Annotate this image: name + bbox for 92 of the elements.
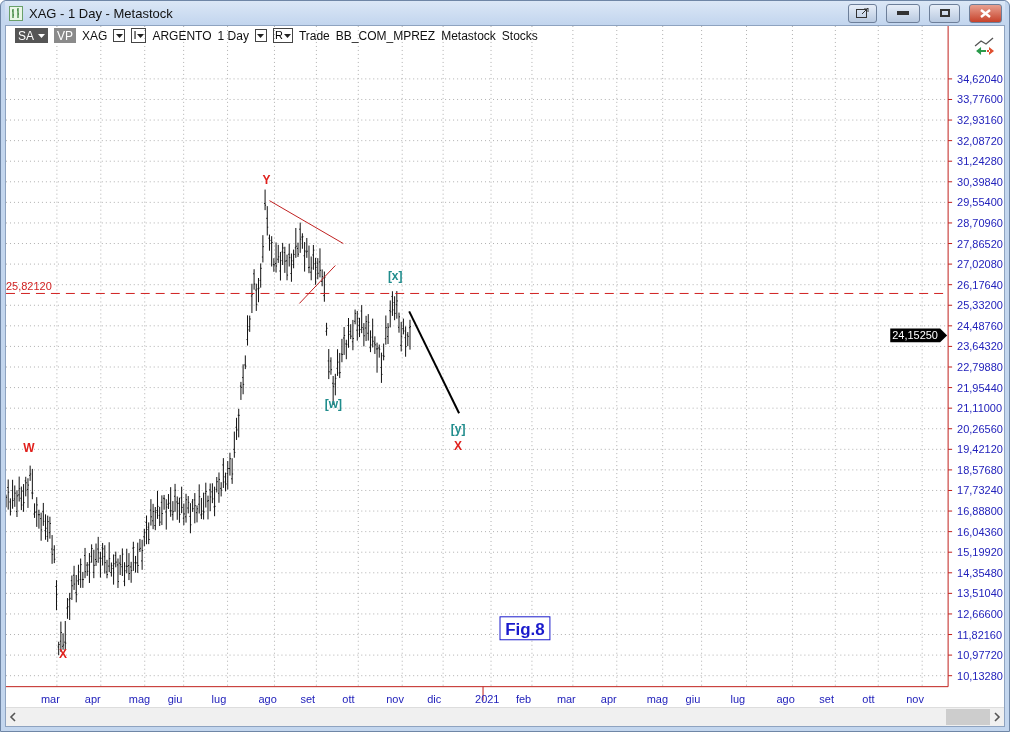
toolbar-label: Metastock (441, 28, 496, 43)
trend-line (298, 265, 336, 305)
axis-label: ott (862, 693, 875, 705)
axis-label: 23,64320 (957, 340, 1003, 353)
caret-icon (283, 33, 291, 38)
axis-label: 13,51040 (957, 587, 1003, 600)
axis-label: 27,02080 (957, 258, 1003, 271)
axis-label: 21,95440 (957, 381, 1003, 394)
chart-app-icon (9, 5, 23, 21)
caret-icon (115, 33, 123, 38)
dropdown-button[interactable] (254, 29, 267, 43)
toolbar-label: BB_COM_MPREZ (335, 28, 436, 43)
wave-label: [x] (387, 269, 403, 284)
horizontal-scrollbar[interactable] (6, 707, 1004, 726)
last-price-tag: 24,15250 (890, 328, 948, 343)
caret-icon (257, 33, 265, 38)
axis-label: apr (84, 693, 101, 705)
wave-label: [w] (324, 397, 342, 412)
minimize-icon (897, 11, 909, 16)
close-icon (980, 8, 991, 18)
axis-label: 26,17640 (957, 279, 1003, 292)
axis-label: nov (906, 693, 924, 705)
axis-label: 22,79880 (957, 361, 1003, 374)
toolbar-label: XAG (82, 28, 108, 43)
minimize-button[interactable] (886, 3, 920, 23)
symbol-tag[interactable]: SA (15, 28, 48, 44)
axis-label: 11,82160 (957, 628, 1003, 641)
axis-label: 16,88800 (957, 505, 1003, 518)
axis-label: 14,35480 (957, 567, 1003, 580)
axis-label: 32,08720 (957, 135, 1003, 147)
axis-label: 20,26560 (957, 423, 1003, 436)
maximize-button[interactable] (929, 3, 960, 23)
dropdown-button[interactable]: R (272, 28, 293, 44)
axis-label: 28,70960 (957, 217, 1003, 230)
toolbar-label: ARGENTO (152, 28, 212, 43)
toolbar-label: 1 Day (217, 28, 249, 43)
axis-label: apr (600, 693, 617, 705)
axis-label: ago (776, 693, 795, 705)
caret-icon (38, 33, 45, 38)
close-button[interactable] (969, 3, 1002, 23)
axis-label: lug (211, 693, 227, 705)
axis-label: 16,04360 (957, 526, 1003, 538)
popout-icon (856, 8, 869, 19)
axis-label: lug (730, 693, 746, 705)
axis-label: 31,24280 (957, 155, 1003, 168)
axis-label: mar (556, 693, 576, 705)
axis-label: 10,13280 (957, 670, 1003, 683)
axis-label: 18,57680 (957, 464, 1003, 477)
trend-arrows-icon (974, 37, 994, 56)
axis-label: 21,11000 (957, 402, 1003, 415)
scrollbar-thumb[interactable] (946, 709, 990, 725)
axis-label: 19,42120 (957, 443, 1003, 456)
caret-icon (137, 33, 145, 38)
axis-label: giu (685, 693, 701, 705)
dropdown-button[interactable]: I (131, 28, 147, 44)
axis-label: 15,19920 (957, 546, 1003, 559)
axis-label: feb (516, 693, 532, 705)
toolbar-label: Trade (298, 28, 330, 43)
wave-label: W (23, 441, 35, 456)
axis-label: 30,39840 (957, 176, 1003, 189)
wave-label: X (454, 439, 463, 454)
axis-label: dic (427, 693, 442, 705)
axis-label: 25,33200 (957, 299, 1003, 312)
axis-label: 17,73240 (957, 484, 1003, 497)
axis-label: giu (167, 693, 183, 705)
wave-label: [y] (450, 422, 466, 437)
axis-label: mag (646, 693, 669, 705)
axis-label: 24,48760 (957, 320, 1003, 333)
axis-label: nov (386, 693, 404, 705)
detach-button[interactable] (848, 3, 877, 23)
wave-label: X (58, 647, 67, 662)
axis-label: set (300, 693, 316, 705)
axis-label: mag (128, 693, 151, 705)
axis-label: 27,86520 (957, 237, 1003, 250)
axis-label: 2021 (475, 693, 500, 705)
axis-label: 34,62040 (957, 73, 1003, 86)
axis-label: 29,55400 (957, 196, 1003, 209)
window-title: XAG - 1 Day - Metastock (29, 5, 174, 21)
axis-label: mar (40, 693, 60, 705)
axis-label: set (819, 693, 834, 705)
figure-label: Fig.8 (499, 616, 551, 641)
axis-label: 32,93160 (957, 114, 1003, 127)
axis-label: ott (342, 693, 355, 705)
axis-label: 33,77600 (957, 93, 1003, 106)
axis-label: ago (258, 693, 277, 705)
level-label: 25,82120 (6, 280, 52, 293)
axis-label: 12,66600 (957, 608, 1003, 621)
toolbar-label: Stocks (501, 28, 538, 43)
axis-label: 10,97720 (957, 649, 1003, 662)
dropdown-button[interactable] (113, 29, 126, 43)
wave-label: Y (262, 173, 271, 188)
maximize-icon (939, 9, 950, 18)
